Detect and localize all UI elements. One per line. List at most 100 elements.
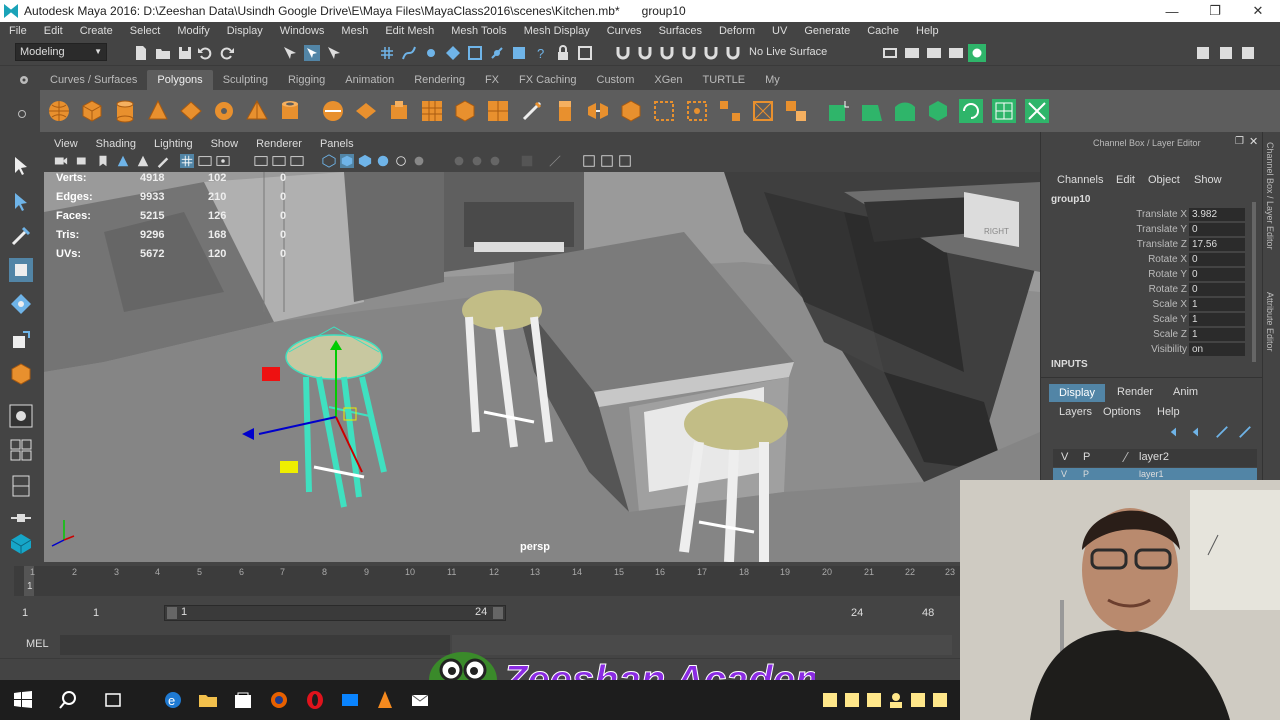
time-slider[interactable]: 1 1 2 3 4 5 6 7 8 9 10 11 12 13 14 15 16… bbox=[0, 562, 960, 600]
shelf-tab-animation[interactable]: Animation bbox=[335, 70, 404, 90]
layer-name[interactable]: layer1 bbox=[1139, 469, 1164, 479]
firefox-icon[interactable] bbox=[269, 690, 289, 710]
range-slider[interactable]: 1 24 bbox=[164, 605, 506, 621]
snap-point-2-icon[interactable] bbox=[659, 45, 675, 61]
command-language-toggle[interactable]: MEL bbox=[26, 638, 49, 650]
attr-rotate-y-label[interactable]: Rotate Y bbox=[1109, 269, 1187, 280]
camera-select-icon[interactable] bbox=[54, 154, 68, 168]
attr-rotate-z-field[interactable]: 0 bbox=[1189, 283, 1245, 296]
make-live-2-icon[interactable] bbox=[725, 45, 741, 61]
hypershade-icon[interactable] bbox=[968, 44, 986, 62]
attr-scale-z-label[interactable]: Scale Z bbox=[1109, 329, 1187, 340]
select-hierarchy-icon[interactable] bbox=[282, 45, 298, 61]
vlc-icon[interactable] bbox=[375, 690, 395, 710]
attr-visibility-field[interactable]: on bbox=[1189, 343, 1245, 356]
two-view-layout-icon[interactable] bbox=[9, 474, 33, 498]
smooth-shade-icon[interactable] bbox=[340, 154, 354, 168]
query-icon[interactable]: ? bbox=[533, 45, 549, 61]
merge-icon[interactable] bbox=[718, 99, 742, 123]
attr-translate-x-field[interactable]: 3.982 bbox=[1189, 208, 1245, 221]
viewport-menu-shading[interactable]: Shading bbox=[86, 138, 144, 150]
snap-plane-2-icon[interactable] bbox=[681, 45, 697, 61]
menu-deform[interactable]: Deform bbox=[710, 22, 763, 40]
menu-curves[interactable]: Curves bbox=[598, 22, 650, 40]
target-weld-icon[interactable] bbox=[751, 99, 775, 123]
live-surface-label[interactable]: No Live Surface bbox=[749, 46, 827, 58]
menu-generate[interactable]: Generate bbox=[795, 22, 858, 40]
attribute-editor-side-tab[interactable]: Attribute Editor bbox=[1265, 292, 1275, 352]
attr-scale-y-field[interactable]: 1 bbox=[1189, 313, 1245, 326]
shelf-tab-xgen[interactable]: XGen bbox=[644, 70, 692, 90]
attr-rotate-z-label[interactable]: Rotate Z bbox=[1109, 284, 1187, 295]
viewport-menu-show[interactable]: Show bbox=[201, 138, 247, 150]
magnet-icon[interactable] bbox=[615, 45, 631, 61]
four-view-layout-icon[interactable] bbox=[9, 438, 33, 462]
perspective-viewport[interactable]: RIGHT Verts: 4918 102 0 Edges: 9933 210 … bbox=[44, 172, 1040, 562]
channel-menu-edit[interactable]: Edit bbox=[1116, 174, 1135, 186]
append-polygon-icon[interactable] bbox=[652, 99, 676, 123]
snap-curve-2-icon[interactable] bbox=[637, 45, 653, 61]
select-tool-icon[interactable] bbox=[9, 154, 33, 178]
boolean-icon[interactable] bbox=[486, 99, 510, 123]
menu-cache[interactable]: Cache bbox=[858, 22, 907, 40]
symmetry-icon[interactable] bbox=[577, 45, 593, 61]
ambient-occlusion-icon[interactable] bbox=[582, 154, 596, 168]
gate-mask-icon[interactable] bbox=[254, 154, 268, 168]
collapse-icon[interactable] bbox=[784, 99, 808, 123]
shelf-tab-rigging[interactable]: Rigging bbox=[278, 70, 335, 90]
menu-mesh-tools[interactable]: Mesh Tools bbox=[442, 22, 514, 40]
float-panel-icon[interactable]: ❐ bbox=[1235, 136, 1244, 147]
grid-toggle-icon[interactable] bbox=[180, 154, 194, 168]
bookmark-icon[interactable] bbox=[96, 154, 110, 168]
menu-create[interactable]: Create bbox=[71, 22, 121, 40]
camera-attributes-icon[interactable] bbox=[76, 154, 90, 168]
shelf-tab-custom[interactable]: Custom bbox=[587, 70, 645, 90]
viewport-menu-view[interactable]: View bbox=[44, 138, 86, 150]
rotate-tool-icon[interactable] bbox=[9, 292, 33, 316]
move-tool-icon[interactable] bbox=[9, 258, 33, 282]
isolate-select-icon[interactable] bbox=[520, 154, 534, 168]
menu-display[interactable]: Display bbox=[218, 22, 271, 40]
select-component-icon[interactable] bbox=[326, 45, 342, 61]
select-object-icon[interactable] bbox=[304, 45, 320, 61]
wireframe-icon[interactable] bbox=[322, 154, 336, 168]
attr-visibility-label[interactable]: Visibility bbox=[1109, 344, 1187, 355]
layer-visibility-toggle[interactable]: V bbox=[1061, 451, 1068, 463]
viewport-menu-panels[interactable]: Panels bbox=[310, 138, 362, 150]
attr-translate-z-label[interactable]: Translate Z bbox=[1109, 239, 1187, 250]
outliner-layout-icon[interactable] bbox=[9, 506, 33, 530]
menu-file[interactable]: File bbox=[0, 22, 35, 40]
toggle-channelbox-icon[interactable] bbox=[1218, 45, 1234, 61]
close-icon[interactable]: ✕ bbox=[1236, 0, 1280, 22]
extract-icon[interactable] bbox=[387, 99, 411, 123]
separate-icon[interactable] bbox=[354, 99, 378, 123]
viewport-menu-renderer[interactable]: Renderer bbox=[246, 138, 310, 150]
windows-start-icon[interactable] bbox=[13, 690, 33, 710]
layer-menu-options[interactable]: Options bbox=[1103, 406, 1141, 418]
new-layer-selected-icon[interactable] bbox=[1238, 425, 1252, 439]
poly-cylinder-icon[interactable] bbox=[113, 99, 137, 123]
people-icon[interactable] bbox=[886, 690, 906, 710]
anti-alias-icon[interactable] bbox=[548, 154, 562, 168]
workspace-icon[interactable] bbox=[1195, 45, 1211, 61]
uv-automatic-icon[interactable] bbox=[926, 99, 950, 123]
uv-planar-icon[interactable] bbox=[827, 99, 851, 123]
shelf-tab-turtle[interactable]: TURTLE bbox=[693, 70, 756, 90]
poly-plane-icon[interactable] bbox=[179, 99, 203, 123]
layer-row[interactable]: V P layer2 bbox=[1053, 449, 1257, 467]
multi-cut-icon[interactable] bbox=[520, 99, 544, 123]
open-scene-icon[interactable] bbox=[155, 45, 171, 61]
lasso-tool-icon[interactable] bbox=[9, 190, 33, 214]
viewport-menu-lighting[interactable]: Lighting bbox=[144, 138, 201, 150]
minimize-icon[interactable]: — bbox=[1150, 0, 1194, 22]
toggle-attribute-editor-icon[interactable] bbox=[1240, 45, 1256, 61]
uv-cylindrical-icon[interactable] bbox=[860, 99, 884, 123]
shelf-tab-fx[interactable]: FX bbox=[475, 70, 509, 90]
xray-icon[interactable] bbox=[452, 154, 466, 168]
attr-translate-z-field[interactable]: 17.56 bbox=[1189, 238, 1245, 251]
menu-edit[interactable]: Edit bbox=[35, 22, 71, 40]
bevel-icon[interactable] bbox=[619, 99, 643, 123]
snap-curve-icon[interactable] bbox=[401, 45, 417, 61]
channel-box-side-tab[interactable]: Channel Box / Layer Editor bbox=[1265, 142, 1275, 250]
poly-sphere-icon[interactable] bbox=[47, 99, 71, 123]
